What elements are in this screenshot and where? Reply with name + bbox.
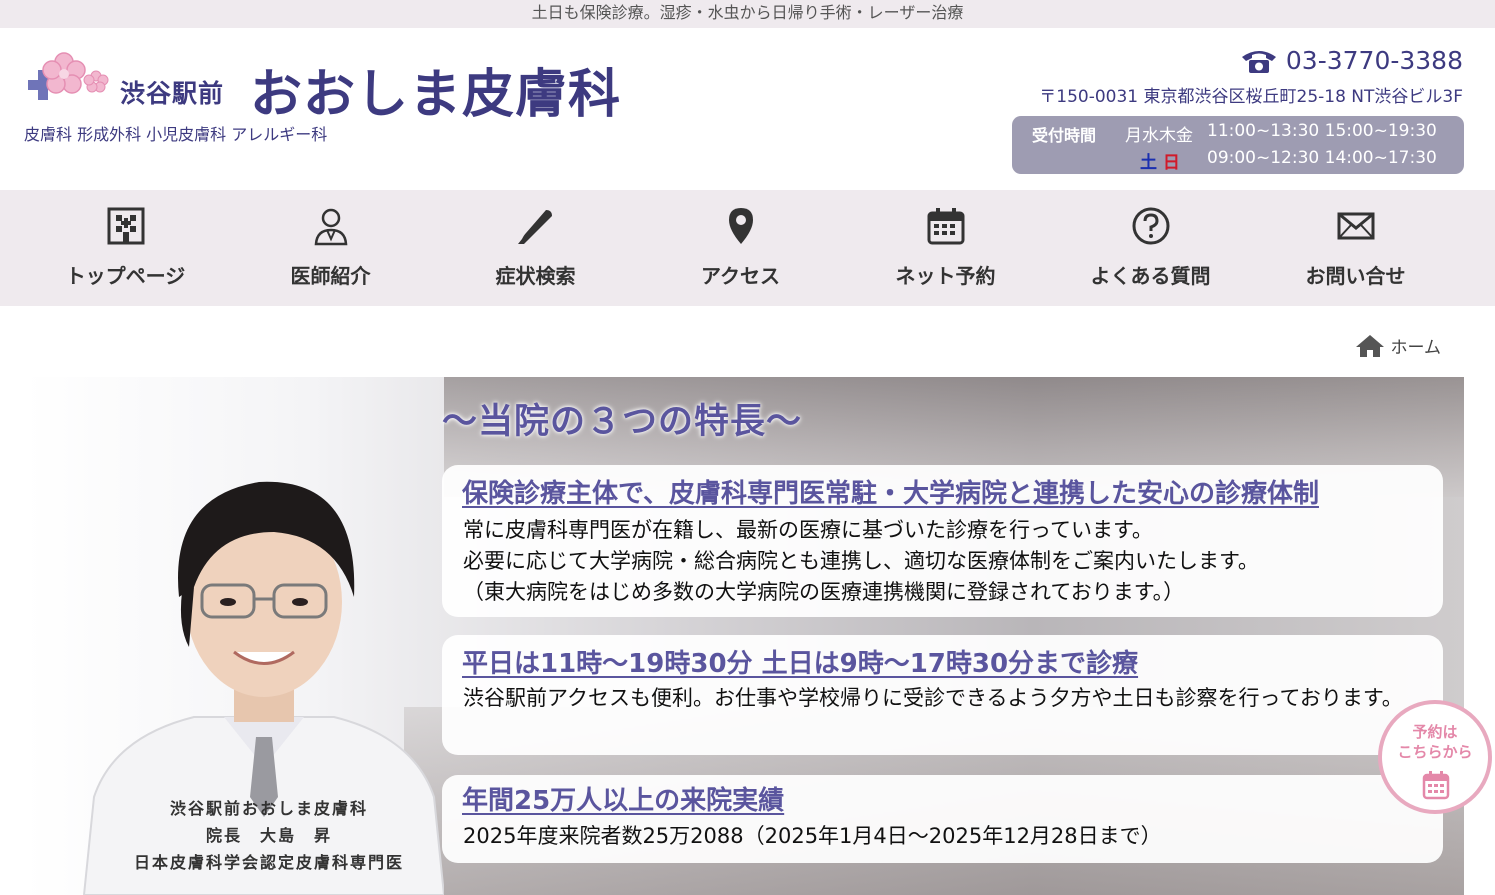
hospital-icon	[107, 207, 144, 245]
thermometer-icon	[517, 210, 552, 244]
nav-item-contact[interactable]: お問い合せ	[1253, 190, 1458, 306]
feature-text: 常に皮膚科専門医が在籍し、最新の医療に基づいた診療を行っています。 必要に応じて…	[463, 515, 1413, 608]
feature-card: 保険診療主体で、皮膚科専門医常駐・大学病院と連携した安心の診療体制 常に皮膚科専…	[442, 465, 1443, 617]
global-nav: トップページ 医師紹介 症状検索 アクセス ネット予約 よくある質問 お問い合せ	[0, 190, 1495, 306]
clinic-logo[interactable]	[26, 50, 126, 116]
nav-item-access[interactable]: アクセス	[638, 190, 843, 306]
caption-director: 院長 大島 昇	[205, 826, 332, 845]
feature-line: （東大病院をはじめ多数の大学病院の医療連携機関に登録されております。）	[463, 580, 1185, 604]
nav-item-doctor[interactable]: 医師紹介	[228, 190, 433, 306]
phone-number[interactable]: 03-3770-3388	[1240, 46, 1463, 75]
weekday-times: 11:00~13:30 15:00~19:30	[1207, 121, 1437, 141]
nav-item-symptoms[interactable]: 症状検索	[433, 190, 638, 306]
breadcrumb[interactable]: ホーム	[1355, 333, 1442, 358]
weekday-days: 月水木金	[1125, 126, 1193, 146]
feature-heading-link[interactable]: 平日は11時～19時30分 土日は9時～17時30分まで診療	[462, 643, 1138, 680]
specialties: 皮膚科 形成外科 小児皮膚科 アレルギー科	[24, 125, 328, 144]
reception-hours: 受付時間 月水木金 11:00~13:30 15:00~19:30 土 日 09…	[1012, 116, 1464, 174]
reservation-line: こちらから	[1397, 743, 1473, 761]
sunday: 日	[1162, 153, 1180, 173]
nav-item-reservation[interactable]: ネット予約	[843, 190, 1048, 306]
feature-heading-link[interactable]: 年間25万人以上の来院実績	[462, 780, 784, 817]
features-title: ～当院の３つの特長～	[442, 402, 803, 442]
map-pin-icon	[728, 208, 753, 244]
feature-card: 年間25万人以上の来院実績 2025年度来院者数25万2088（2025年1月4…	[442, 775, 1443, 863]
nav-label: アクセス	[701, 264, 780, 288]
nav-label: よくある質問	[1090, 264, 1211, 288]
hours-label: 受付時間	[1032, 126, 1097, 145]
nav-label: 症状検索	[495, 264, 576, 288]
tagline: 土日も保険診療。湿疹・水虫から日帰り手術・レーザー治療	[531, 3, 964, 22]
doctor-caption: 渋谷駅前おおしま皮膚科 院長 大島 昇 日本皮膚科学会認定皮膚科専門医	[104, 795, 434, 876]
feature-line: 渋谷駅前アクセスも便利。お仕事や学校帰りに受診できるよう夕方や土日も診察を行って…	[463, 686, 1403, 710]
saturday: 土	[1140, 153, 1157, 173]
clinic-prefix: 渋谷駅前	[120, 79, 225, 108]
nav-item-faq[interactable]: よくある質問	[1048, 190, 1253, 306]
weekend-times: 09:00~12:30 14:00~17:30	[1207, 148, 1437, 168]
clinic-name[interactable]: おおしま皮膚科	[250, 52, 621, 127]
nav-label: お問い合せ	[1305, 264, 1406, 288]
calendar-icon	[1422, 771, 1450, 800]
cherry-blossom-cross-logo-icon	[28, 52, 109, 100]
hero-section: 渋谷駅前おおしま皮膚科 院長 大島 昇 日本皮膚科学会認定皮膚科専門医 ～当院の…	[24, 377, 1464, 895]
mail-icon	[1337, 212, 1374, 240]
feature-text: 渋谷駅前アクセスも便利。お仕事や学校帰りに受診できるよう夕方や土日も診察を行って…	[463, 683, 1413, 714]
caption-clinic: 渋谷駅前おおしま皮膚科	[169, 799, 368, 818]
feature-line: 2025年度来院者数25万2088（2025年1月4日～2025年12月28日ま…	[463, 824, 1162, 848]
feature-heading-link[interactable]: 保険診療主体で、皮膚科専門医常駐・大学病院と連携した安心の診療体制	[462, 473, 1319, 510]
feature-text: 2025年度来院者数25万2088（2025年1月4日～2025年12月28日ま…	[463, 821, 1413, 852]
reservation-badge-text: 予約は こちらから	[1382, 722, 1488, 762]
phone-text: 03-3770-3388	[1285, 46, 1463, 75]
feature-line: 必要に応じて大学病院・総合病院とも連携し、適切な医療体制をご案内いたします。	[463, 549, 1259, 573]
reservation-line: 予約は	[1412, 723, 1458, 741]
doctor-icon	[314, 208, 347, 246]
nav-label: 医師紹介	[290, 264, 371, 288]
question-icon	[1132, 207, 1169, 245]
nav-label: ネット予約	[895, 264, 996, 288]
calendar-icon	[927, 208, 964, 245]
feature-line: 常に皮膚科専門医が在籍し、最新の医療に基づいた診療を行っています。	[463, 518, 1153, 542]
home-icon	[1355, 334, 1384, 357]
address: 〒150-0031 東京都渋谷区桜丘町25-18 NT渋谷ビル3F	[1039, 87, 1463, 107]
nav-item-top[interactable]: トップページ	[23, 190, 228, 306]
breadcrumb-home: ホーム	[1390, 338, 1442, 358]
top-tagline-bar: 土日も保険診療。湿疹・水虫から日帰り手術・レーザー治療	[0, 0, 1495, 28]
feature-card: 平日は11時～19時30分 土日は9時～17時30分まで診療 渋谷駅前アクセスも…	[442, 635, 1443, 755]
telephone-icon	[1241, 50, 1276, 73]
reservation-badge[interactable]: 予約は こちらから	[1378, 700, 1492, 814]
weekend-days: 土 日	[1140, 148, 1180, 173]
caption-credential: 日本皮膚科学会認定皮膚科専門医	[133, 853, 404, 872]
nav-label: トップページ	[65, 264, 186, 288]
